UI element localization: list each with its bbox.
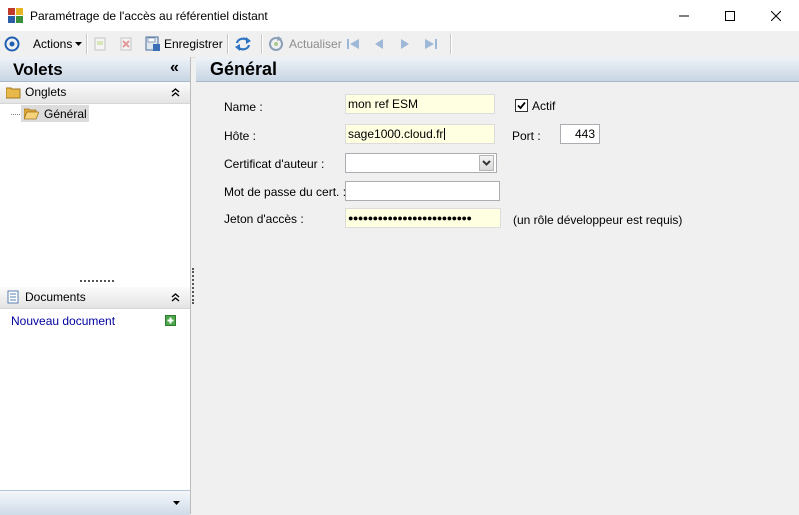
new-document-link[interactable]: Nouveau document — [11, 314, 115, 328]
tree-item-general[interactable]: Général — [21, 105, 89, 122]
cert-password-input[interactable] — [345, 181, 500, 201]
chevron-down-icon — [482, 160, 491, 166]
last-record-button[interactable] — [423, 35, 439, 53]
host-input[interactable]: sage1000.cloud.fr — [345, 124, 495, 144]
left-panel: Volets « Onglets Général Documents Nouve… — [0, 57, 191, 515]
host-value: sage1000.cloud.fr — [348, 127, 444, 141]
vertical-splitter-handle[interactable] — [192, 268, 194, 304]
toolbar-separator — [86, 34, 88, 54]
certificate-select[interactable] — [345, 153, 497, 173]
port-input[interactable]: 443 — [560, 124, 600, 144]
window-title: Paramétrage de l'accès au référentiel di… — [30, 9, 268, 23]
minimize-icon — [679, 15, 689, 16]
previous-record-button[interactable] — [372, 35, 386, 53]
maximize-button[interactable] — [707, 0, 753, 31]
tabs-section-header[interactable]: Onglets — [0, 82, 190, 104]
name-input[interactable]: mon ref ESM — [345, 94, 495, 114]
app-icon — [8, 8, 23, 23]
save-icon — [145, 36, 160, 51]
token-hint: (un rôle développeur est requis) — [513, 213, 683, 227]
volets-title: Volets — [13, 60, 63, 79]
add-icon[interactable] — [165, 315, 176, 326]
next-record-button[interactable] — [398, 35, 412, 53]
save-button[interactable]: Enregistrer — [145, 35, 223, 53]
toolbar-separator — [450, 34, 452, 54]
toolbar: Actions Enregistrer Actualiser — [0, 31, 799, 58]
port-label: Port : — [512, 129, 541, 143]
toolbar-separator — [261, 34, 263, 54]
folder-icon — [6, 87, 21, 99]
open-folder-icon — [24, 108, 39, 120]
refresh-icon — [269, 36, 283, 51]
delete-button[interactable] — [119, 35, 133, 53]
minimize-button[interactable] — [661, 0, 707, 31]
text-cursor — [444, 128, 446, 140]
tree-item-label: Général — [44, 107, 87, 121]
navigation-button[interactable] — [4, 35, 20, 53]
caret-down-icon — [75, 42, 83, 46]
name-label: Name : — [224, 100, 263, 114]
actions-menu-button[interactable]: Actions — [33, 35, 83, 53]
sync-button[interactable] — [234, 35, 252, 53]
document-icon — [7, 290, 19, 304]
active-label: Actif — [532, 99, 556, 113]
token-label: Jeton d'accès : — [224, 212, 304, 226]
close-button[interactable] — [753, 0, 799, 31]
title-bar: Paramétrage de l'accès au référentiel di… — [0, 0, 799, 31]
panel-splitter-handle[interactable] — [80, 280, 114, 282]
certificate-label: Certificat d'auteur : — [224, 157, 325, 171]
delete-icon — [120, 37, 132, 51]
page-title: Général — [210, 59, 278, 79]
toolbar-separator — [227, 34, 229, 54]
previous-icon — [375, 39, 383, 49]
maximize-icon — [725, 10, 735, 21]
volets-header: Volets « — [0, 57, 190, 82]
checkmark-icon — [517, 101, 526, 110]
active-checkbox[interactable] — [515, 99, 528, 112]
new-button[interactable] — [93, 35, 107, 53]
documents-section-header[interactable]: Documents — [0, 287, 190, 309]
first-icon — [347, 39, 359, 49]
sync-arrows-icon — [235, 37, 251, 51]
save-label: Enregistrer — [164, 37, 223, 51]
main-header: Général — [196, 57, 799, 82]
certificate-dropdown-button[interactable] — [479, 155, 494, 171]
collapse-section-icon[interactable] — [171, 293, 180, 303]
main-panel: Général Name : mon ref ESM Actif Hôte : … — [196, 57, 799, 514]
actions-label: Actions — [33, 37, 73, 51]
host-label: Hôte : — [224, 129, 257, 143]
tabs-section-label: Onglets — [25, 85, 67, 99]
first-record-button[interactable] — [345, 35, 361, 53]
documents-section-label: Documents — [25, 290, 86, 304]
cert-password-label: Mot de passe du cert. : — [224, 185, 347, 199]
refresh-button[interactable]: Actualiser — [268, 35, 342, 53]
last-icon — [425, 39, 437, 49]
circle-target-icon — [4, 36, 20, 52]
dropdown-arrow-icon[interactable] — [172, 500, 181, 506]
next-icon — [401, 39, 409, 49]
collapse-section-icon[interactable] — [171, 88, 180, 98]
close-icon — [771, 10, 781, 21]
token-input[interactable]: ●●●●●●●●●●●●●●●●●●●●●●●●● — [345, 208, 501, 228]
collapse-panel-icon[interactable]: « — [170, 59, 179, 77]
new-page-icon — [94, 37, 106, 51]
refresh-label: Actualiser — [289, 37, 342, 51]
volets-footer-bar — [0, 490, 190, 515]
